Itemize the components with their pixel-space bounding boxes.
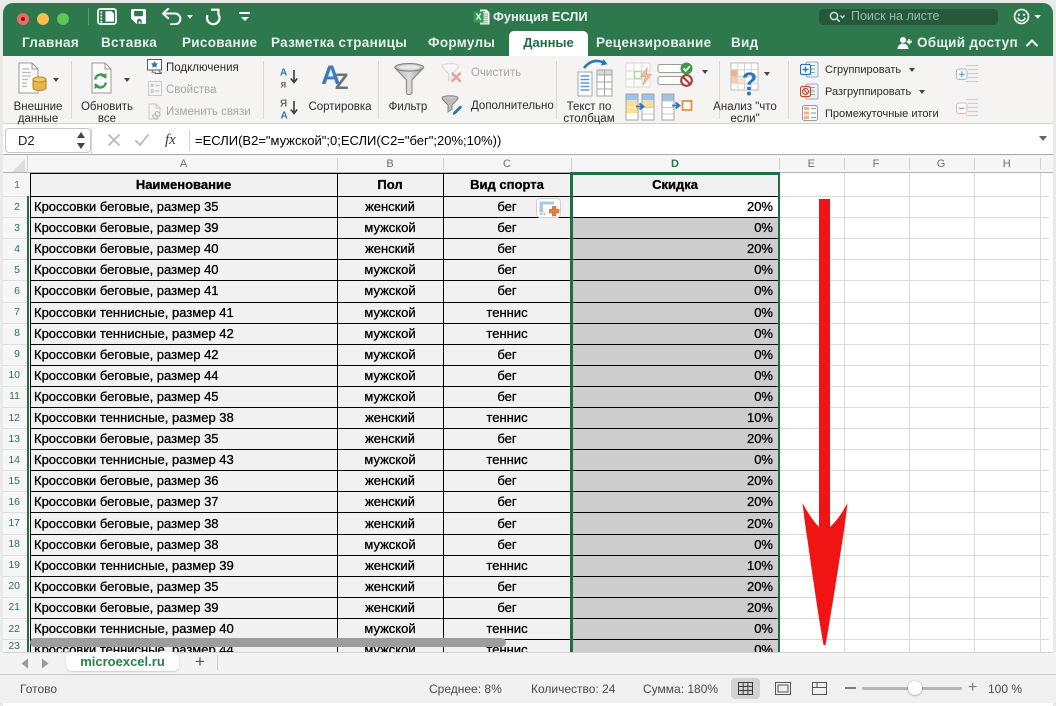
svg-text:X: X [475, 12, 481, 22]
svg-text:Я: Я [280, 99, 287, 110]
svg-text:Z: Z [335, 69, 348, 94]
svg-text:я: я [281, 80, 287, 91]
svg-text:А: А [281, 111, 288, 122]
svg-text:А: А [280, 68, 287, 79]
